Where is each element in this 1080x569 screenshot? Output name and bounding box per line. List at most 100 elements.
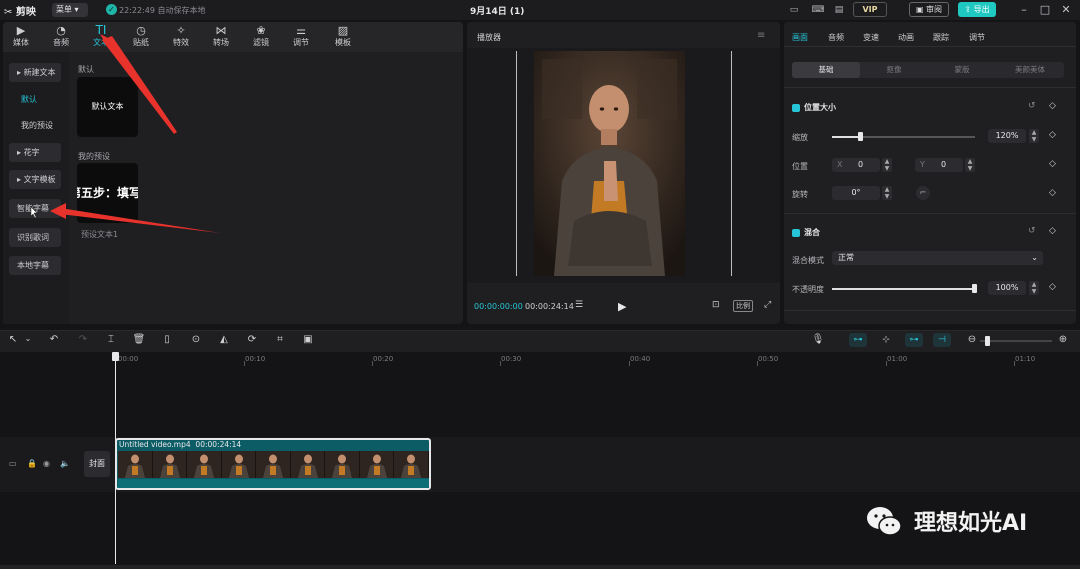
upload-icon: ⇪	[964, 5, 972, 14]
opacity-stepper[interactable]: ▲ ▼	[1029, 281, 1039, 295]
scale-slider-fill	[832, 136, 861, 138]
clip-thumbnails	[118, 451, 429, 478]
position-y-input[interactable]: Y0	[915, 158, 963, 172]
fullscreen-focus-icon[interactable]: ⊡	[712, 300, 720, 310]
chevron-down-icon: ⌄	[1031, 253, 1038, 262]
zoom-out-icon[interactable]: ⊖	[965, 334, 979, 345]
clip-thumbnail	[325, 451, 360, 478]
split-icon[interactable]: ⌶	[104, 334, 118, 345]
scale-input[interactable]: 120%	[988, 129, 1026, 143]
checkbox-icon	[792, 228, 800, 237]
position-label: 位置	[792, 162, 808, 171]
subtab-beauty[interactable]: 美颜美体	[996, 62, 1064, 78]
position-y-stepper[interactable]: ▲ ▼	[965, 158, 975, 172]
preview-axis-icon[interactable]: ⊣	[933, 333, 951, 347]
layout-icon[interactable]: ▤	[832, 4, 846, 16]
rotate-input[interactable]: 0°	[832, 186, 880, 200]
keyframe-icon[interactable]: ◇	[1049, 226, 1056, 236]
crop-icon[interactable]: ⌗	[273, 334, 287, 345]
menu-icon[interactable]: ≡	[757, 30, 765, 41]
blend-header[interactable]: 混合	[792, 227, 820, 238]
ruler-tick: 00:10	[245, 355, 266, 363]
select-cursor-icon[interactable]: ↖	[6, 334, 20, 345]
chevron-down-icon[interactable]: ⌄	[21, 334, 35, 343]
list-icon[interactable]: ☰	[575, 300, 583, 310]
current-timecode: 00:00:00:00	[474, 302, 523, 311]
opacity-slider-knob[interactable]	[972, 284, 977, 293]
keyframe-icon[interactable]: ◇	[1049, 159, 1056, 169]
eye-icon[interactable]: ◉	[43, 459, 50, 468]
vip-button[interactable]: VIP	[853, 2, 887, 17]
freeze-icon[interactable]: ▯	[160, 334, 174, 345]
scale-slider-knob[interactable]	[858, 132, 863, 141]
keyframe-icon[interactable]: ◇	[1049, 282, 1056, 292]
blend-mode-value: 正常	[838, 253, 854, 262]
y-value: 0	[941, 160, 947, 169]
play-button[interactable]: ▶	[618, 300, 626, 313]
tab-audio-props[interactable]: 音频	[828, 32, 844, 43]
tab-adjust-props[interactable]: 调节	[969, 32, 985, 43]
expand-icon[interactable]: ⤢	[764, 300, 771, 310]
reset-icon[interactable]: ↺	[1028, 226, 1036, 236]
cover-button[interactable]: 封面	[84, 451, 110, 477]
ruler-tick-mark	[886, 361, 887, 366]
track-thumbnail-icon[interactable]: ▭	[9, 459, 17, 468]
bottom-scrollbar[interactable]	[0, 565, 1080, 569]
zoom-in-icon[interactable]: ⊕	[1056, 334, 1070, 345]
redo-icon[interactable]: ↷	[76, 334, 90, 345]
section-divider	[784, 213, 1076, 214]
close-icon[interactable]: ✕	[1059, 3, 1073, 17]
opacity-slider-fill	[832, 288, 975, 290]
position-size-header[interactable]: 位置大小	[792, 102, 836, 113]
keyframe-icon[interactable]: ◇	[1049, 101, 1056, 111]
main-track-magnet-icon[interactable]: ⊶	[849, 333, 867, 347]
monitor-icon[interactable]: ▭	[787, 4, 801, 16]
reverse-icon[interactable]: ⊙	[189, 334, 203, 345]
playhead-handle[interactable]	[112, 352, 119, 361]
clip-thumbnail	[290, 451, 325, 478]
keyframe-icon[interactable]: ◇	[1049, 130, 1056, 140]
minimize-icon[interactable]: –	[1017, 3, 1031, 17]
rotate-dial-icon[interactable]: ⌐	[916, 186, 930, 200]
image-icon[interactable]: ▣	[301, 334, 315, 345]
auto-snap-icon[interactable]: ⊹	[877, 333, 895, 347]
microphone-icon[interactable]: 🎙	[811, 334, 825, 345]
opacity-input[interactable]: 100%	[988, 281, 1026, 295]
rotate-icon[interactable]: ⟳	[245, 334, 259, 345]
blend-mode-select[interactable]: 正常 ⌄	[832, 251, 1043, 265]
review-button[interactable]: ▣ 审阅	[909, 2, 949, 17]
scale-stepper[interactable]: ▲ ▼	[1029, 129, 1039, 143]
reset-icon[interactable]: ↺	[1028, 101, 1036, 111]
timeline-ruler[interactable]	[0, 352, 1080, 366]
tab-animation[interactable]: 动画	[898, 32, 914, 43]
delete-icon[interactable]: 🗑	[132, 334, 146, 345]
ruler-tick: 01:00	[887, 355, 908, 363]
tab-picture[interactable]: 画面	[792, 32, 808, 43]
maximize-icon[interactable]: □	[1038, 3, 1052, 17]
rotate-stepper[interactable]: ▲ ▼	[882, 186, 892, 200]
ruler-tick-mark	[372, 361, 373, 366]
export-button[interactable]: ⇪ 导出	[958, 2, 996, 17]
clip-thumbnail	[359, 451, 394, 478]
mirror-icon[interactable]: ◭	[217, 334, 231, 345]
tab-speed[interactable]: 变速	[863, 32, 879, 43]
lock-icon[interactable]: 🔒	[27, 459, 37, 468]
zoom-slider-knob[interactable]	[985, 336, 990, 346]
y-label: Y	[920, 160, 925, 169]
keyframe-icon[interactable]: ◇	[1049, 188, 1056, 198]
link-icon[interactable]: ⊶	[905, 333, 923, 347]
subtab-keying[interactable]: 抠像	[860, 62, 928, 78]
frame-guide-left	[516, 51, 517, 276]
project-title: 9月14日 (1)	[470, 7, 525, 17]
undo-icon[interactable]: ↶	[47, 334, 61, 345]
speaker-icon[interactable]: 🔈	[60, 459, 70, 468]
subtab-basic[interactable]: 基础	[792, 62, 860, 78]
position-x-input[interactable]: X0	[832, 158, 880, 172]
position-x-stepper[interactable]: ▲ ▼	[882, 158, 892, 172]
zoom-slider-track[interactable]	[980, 340, 1052, 342]
clip-thumbnail	[118, 451, 153, 478]
tab-tracking[interactable]: 跟踪	[933, 32, 949, 43]
ratio-button[interactable]: 比例	[733, 300, 753, 312]
keyboard-icon[interactable]: ⌨	[811, 4, 825, 16]
subtab-mask[interactable]: 蒙版	[928, 62, 996, 78]
